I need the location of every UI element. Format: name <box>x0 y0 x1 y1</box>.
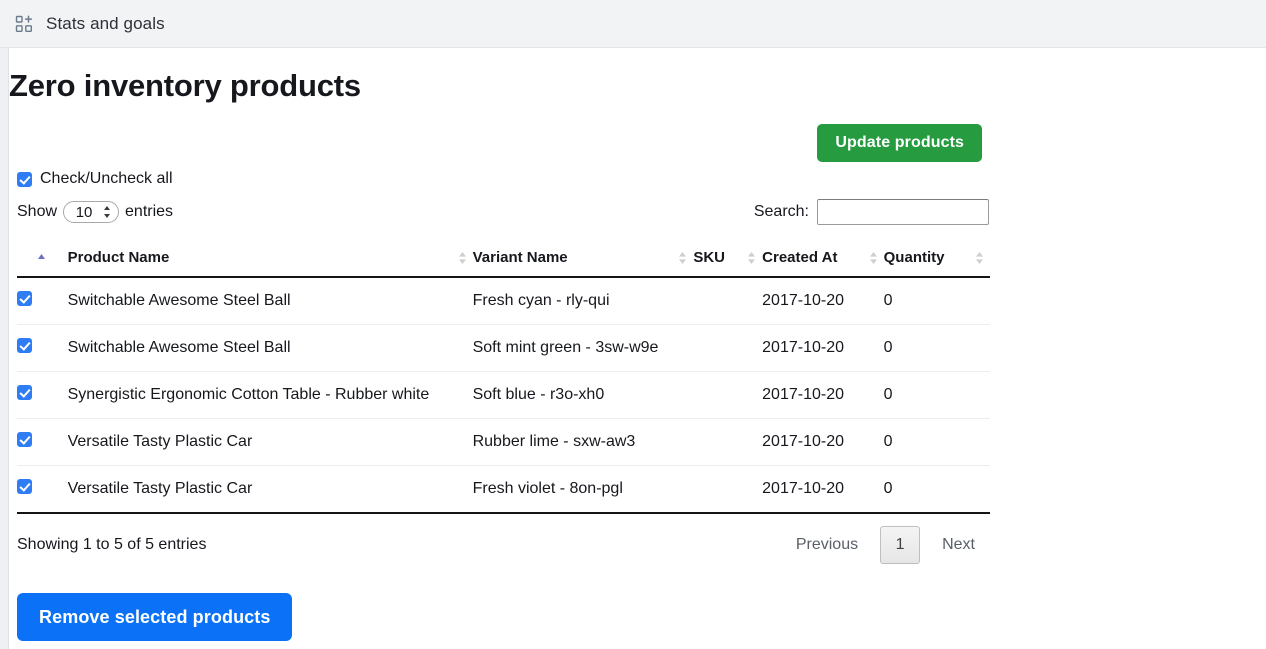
check-uncheck-all-checkbox[interactable] <box>17 171 32 187</box>
table-row: Switchable Awesome Steel Ball Fresh cyan… <box>17 277 990 325</box>
cell-quantity: 0 <box>883 277 990 325</box>
cell-quantity: 0 <box>883 324 990 372</box>
remove-selected-products-button[interactable]: Remove selected products <box>17 593 293 641</box>
table-header: Product Name Variant Name SKU Created At… <box>17 240 990 278</box>
column-label-variant-name: Variant Name <box>472 249 568 266</box>
search-label: Search: <box>753 203 809 220</box>
cell-created-at: 2017-10-20 <box>762 371 884 419</box>
row-select-cell <box>17 277 68 325</box>
topbar-title: Stats and goals <box>46 13 165 33</box>
page-title: Zero inventory products <box>9 68 361 103</box>
row-checkbox[interactable] <box>17 479 32 494</box>
page-container: Zero inventory products Update products … <box>8 48 1266 649</box>
column-header-sku[interactable]: SKU <box>693 240 763 278</box>
search-input[interactable] <box>817 199 989 225</box>
pagination-previous[interactable]: Previous <box>782 536 872 554</box>
zero-inventory-products-table: Product Name Variant Name SKU Created At… <box>17 240 990 514</box>
cell-sku <box>693 324 763 372</box>
cell-variant-name: Soft mint green - 3sw-w9e <box>472 324 694 372</box>
entries-per-page-select[interactable]: 10 <box>63 201 120 223</box>
column-label-product-name: Product Name <box>67 249 170 266</box>
cell-created-at: 2017-10-20 <box>762 418 884 466</box>
datatable-info: Showing 1 to 5 of 5 entries <box>17 536 207 553</box>
row-checkbox[interactable] <box>17 385 32 400</box>
sort-both-icon <box>678 251 687 265</box>
cell-created-at: 2017-10-20 <box>762 277 884 325</box>
datatable-filter: Search: <box>754 199 989 225</box>
column-header-variant-name[interactable]: Variant Name <box>472 240 694 278</box>
cell-product-name: Switchable Awesome Steel Ball <box>67 324 473 372</box>
datatable-footer: Showing 1 to 5 of 5 entries Previous 1 N… <box>9 526 990 564</box>
cell-product-name: Versatile Tasty Plastic Car <box>67 418 473 466</box>
cell-quantity: 0 <box>883 371 990 419</box>
update-toolbar: Update products <box>9 106 982 168</box>
check-uncheck-all-label: Check/Uncheck all <box>40 170 173 187</box>
column-header-created-at[interactable]: Created At <box>762 240 884 278</box>
cell-variant-name: Rubber lime - sxw-aw3 <box>472 418 694 466</box>
column-header-quantity[interactable]: Quantity <box>883 240 990 278</box>
cell-variant-name: Fresh cyan - rly-qui <box>472 277 694 325</box>
sort-both-icon <box>747 251 756 265</box>
cell-created-at: 2017-10-20 <box>762 324 884 372</box>
entries-per-page-value: 10 <box>75 203 93 221</box>
datatable-controls: Show 10 entries Search: <box>9 199 990 225</box>
table-row: Versatile Tasty Plastic Car Fresh violet… <box>17 465 990 514</box>
cell-sku <box>693 371 763 419</box>
column-label-sku: SKU <box>693 249 725 266</box>
column-label-quantity: Quantity <box>883 249 945 266</box>
pagination-page-1[interactable]: 1 <box>880 526 921 564</box>
cell-product-name: Switchable Awesome Steel Ball <box>67 277 473 325</box>
row-checkbox[interactable] <box>17 291 32 306</box>
check-uncheck-all-row: Check/Uncheck all <box>9 168 982 190</box>
table-row: Synergistic Ergonomic Cotton Table - Rub… <box>17 371 990 419</box>
column-header-product-name[interactable]: Product Name <box>67 240 473 278</box>
show-label: Show <box>17 203 58 220</box>
row-select-cell <box>17 324 68 372</box>
pagination-next[interactable]: Next <box>928 536 989 554</box>
row-checkbox[interactable] <box>17 338 32 353</box>
page-background: Zero inventory products Update products … <box>0 48 1266 649</box>
cell-product-name: Synergistic Ergonomic Cotton Table - Rub… <box>67 371 473 419</box>
stepper-arrows-icon <box>103 204 111 220</box>
cell-sku <box>693 418 763 466</box>
row-select-cell <box>17 418 68 466</box>
table-row: Versatile Tasty Plastic Car Rubber lime … <box>17 418 990 466</box>
cell-sku <box>693 277 763 325</box>
sort-both-icon <box>975 251 984 265</box>
column-label-created-at: Created At <box>762 249 838 266</box>
datatable-length-control: Show 10 entries <box>17 201 173 223</box>
app-topbar: Stats and goals <box>0 0 1266 48</box>
cell-product-name: Versatile Tasty Plastic Car <box>67 465 473 514</box>
row-select-cell <box>17 371 68 419</box>
cell-created-at: 2017-10-20 <box>762 465 884 514</box>
row-select-cell <box>17 465 68 514</box>
cell-quantity: 0 <box>883 465 990 514</box>
cell-sku <box>693 465 763 514</box>
row-checkbox[interactable] <box>17 432 32 447</box>
cell-quantity: 0 <box>883 418 990 466</box>
pagination: Previous 1 Next <box>782 526 989 564</box>
page-content: Zero inventory products Update products … <box>9 48 990 641</box>
sort-both-icon <box>869 251 878 265</box>
table-header-row: Product Name Variant Name SKU Created At… <box>17 240 990 278</box>
entries-label: entries <box>125 203 174 220</box>
column-header-select[interactable] <box>17 240 68 278</box>
cell-variant-name: Soft blue - r3o-xh0 <box>472 371 694 419</box>
table-body: Switchable Awesome Steel Ball Fresh cyan… <box>17 277 990 514</box>
sort-ascending-icon <box>37 251 46 265</box>
cell-variant-name: Fresh violet - 8on-pgl <box>472 465 694 514</box>
table-row: Switchable Awesome Steel Ball Soft mint … <box>17 324 990 372</box>
sort-both-icon <box>458 251 467 265</box>
update-products-button[interactable]: Update products <box>817 124 982 162</box>
stats-grid-plus-icon <box>14 14 34 34</box>
